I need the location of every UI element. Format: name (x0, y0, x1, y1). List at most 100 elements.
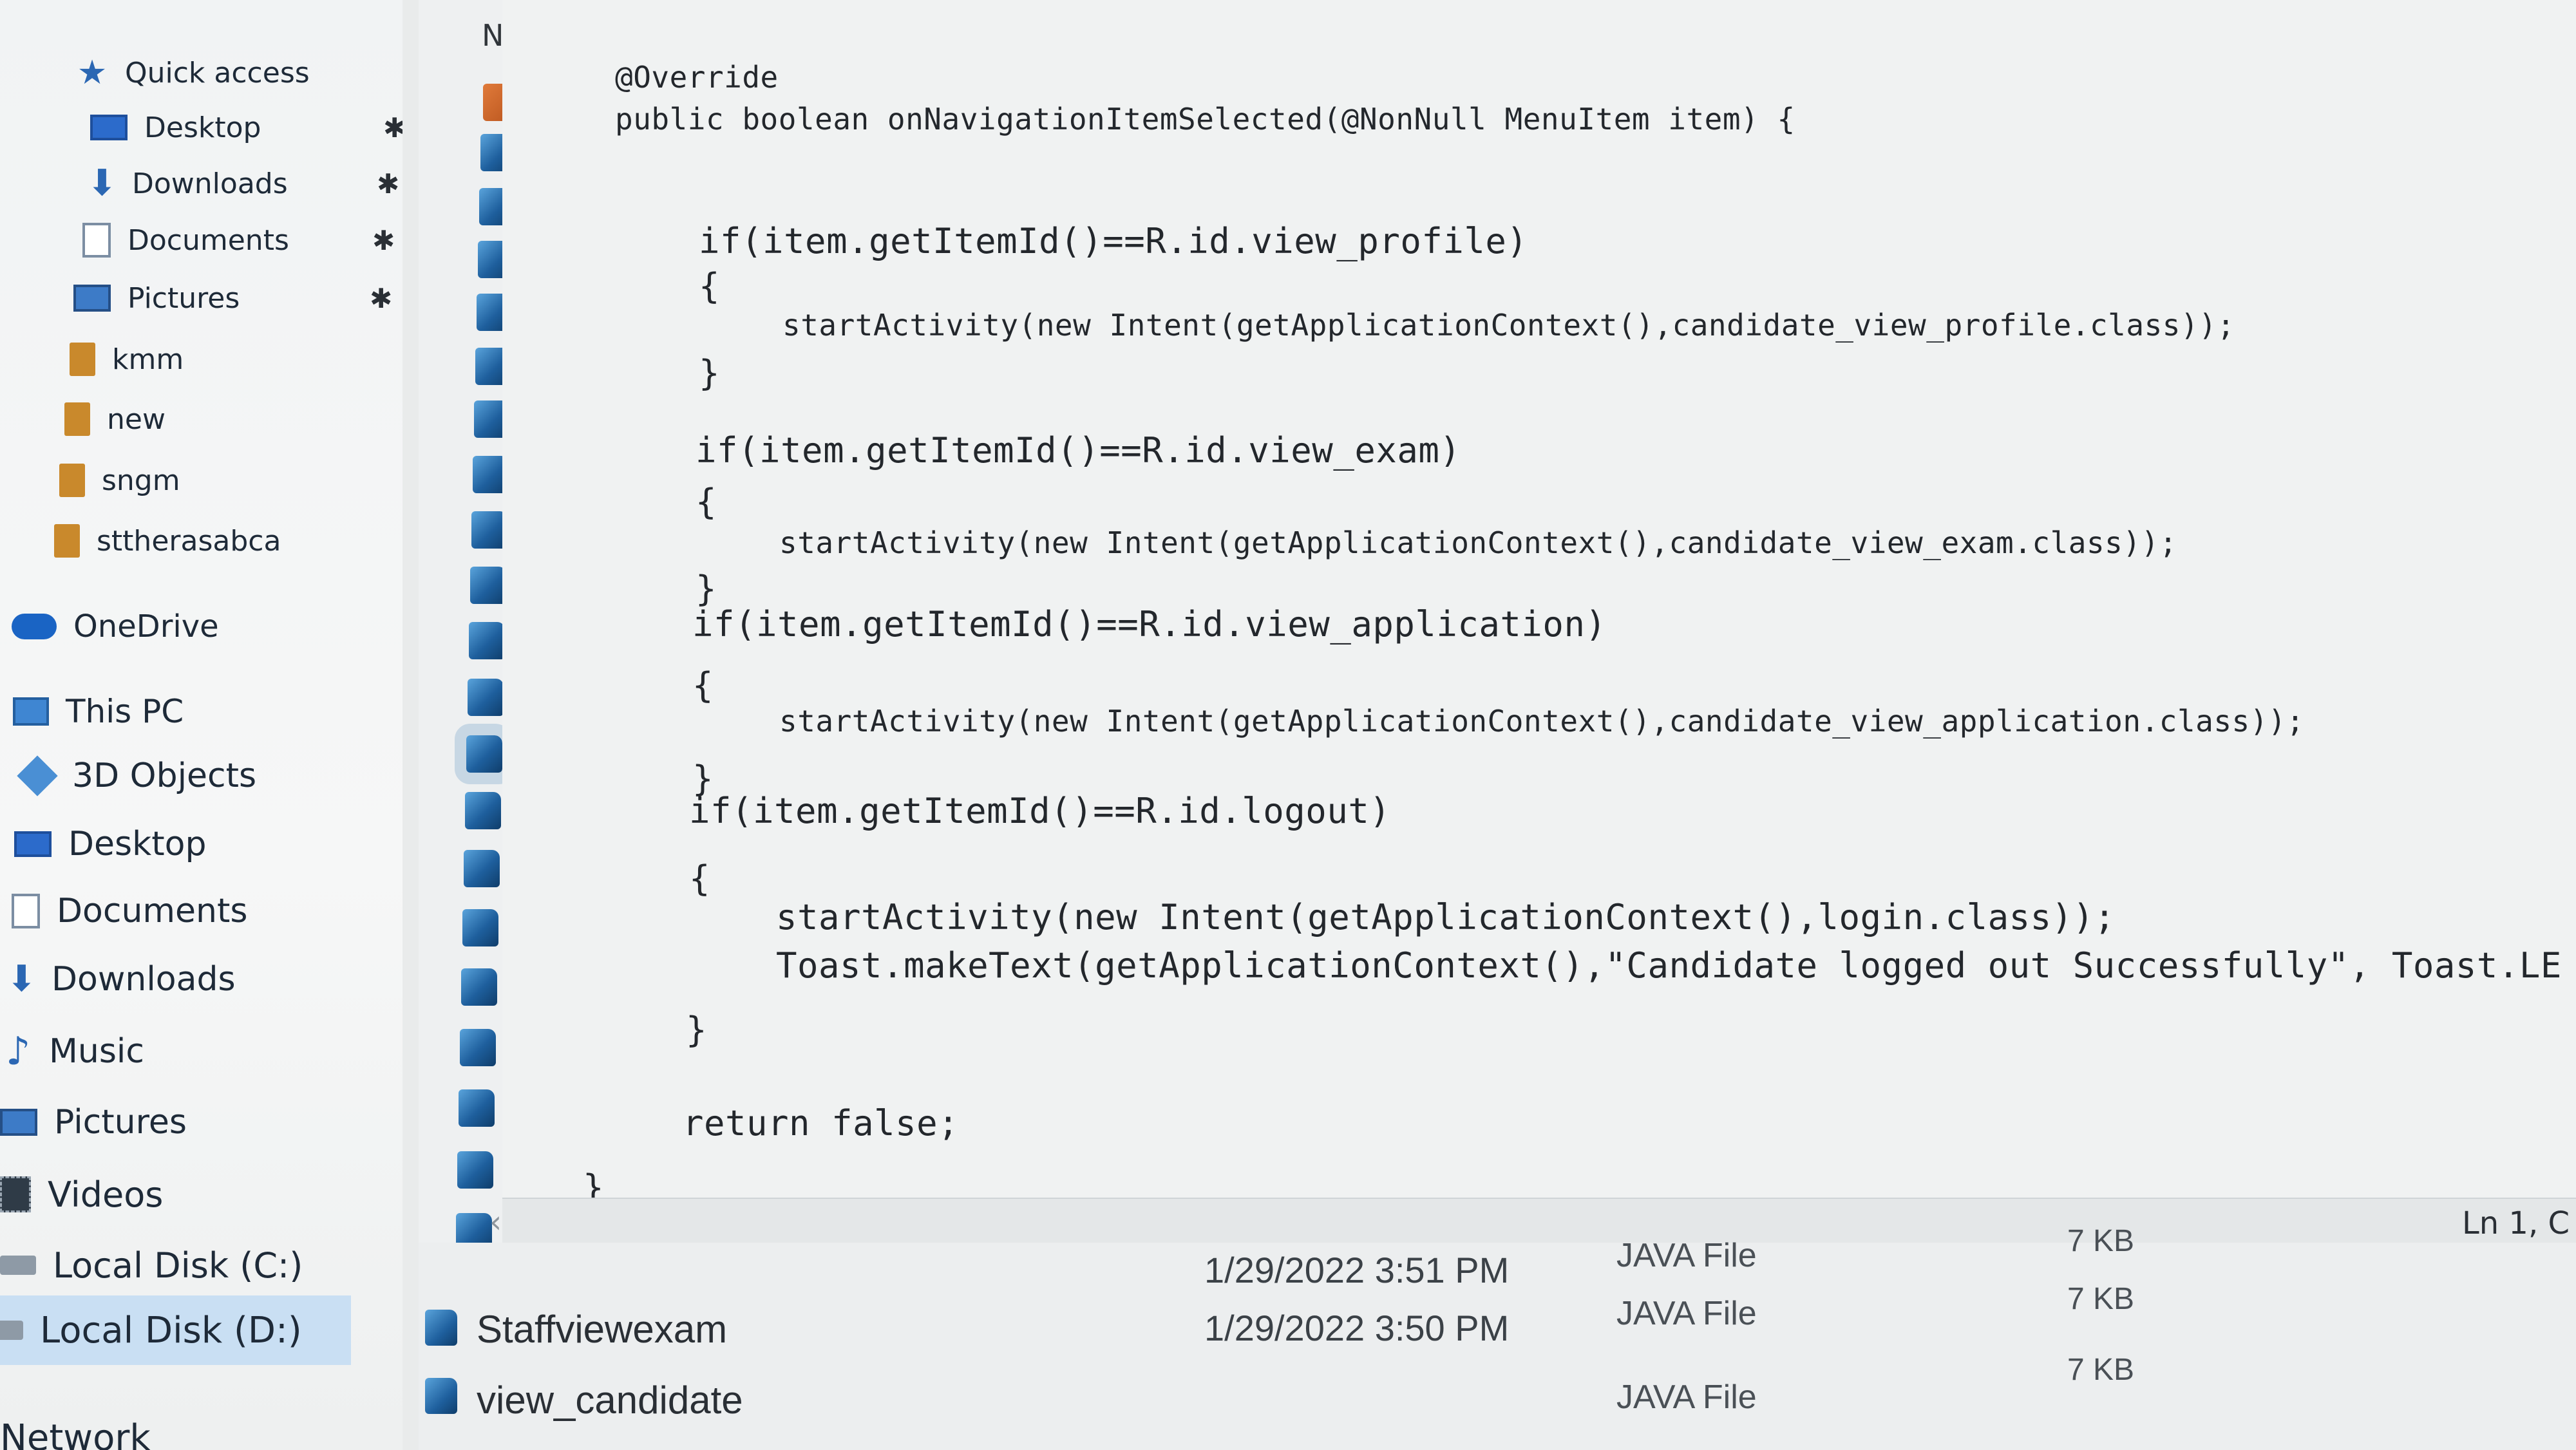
file-type: JAVA File (1616, 1379, 1757, 1416)
file-date: 1/29/2022 3:50 PM (1204, 1308, 1510, 1348)
file-row[interactable]: Staffviewexam 1/29/2022 3:50 PM JAVA Fil… (419, 1282, 2576, 1359)
code-line: return false; (683, 1103, 960, 1144)
code-line: public boolean onNavigationItemSelected(… (615, 102, 1795, 137)
java-file-icon[interactable] (457, 1151, 493, 1189)
file-list: 1/29/2022 3:51 PM JAVA File 7 KB Staffvi… (419, 1224, 2576, 1450)
nav-label: 3D Objects (72, 757, 257, 795)
code-line: if(item.getItemId()==R.id.view_profile) (699, 221, 1528, 261)
desktop-icon (14, 831, 52, 857)
nav-local-disk-d[interactable]: Local Disk (D:) (0, 1295, 351, 1365)
nav-label: Desktop (68, 825, 207, 863)
file-type: JAVA File (1616, 1295, 1757, 1332)
music-icon: ♪ (5, 1029, 31, 1074)
nav-label: Downloads (52, 960, 236, 999)
navigation-pane: ★ Quick access Desktop ✱ ⬇ Downloads ✱ D… (0, 0, 402, 1450)
folder-icon (54, 524, 80, 558)
pictures-icon (0, 1109, 37, 1136)
java-file-icon[interactable] (464, 850, 500, 887)
java-file-icon[interactable] (462, 909, 498, 946)
folder-icon (64, 402, 90, 436)
code-line: if(item.getItemId()==R.id.logout) (689, 791, 1391, 831)
nav-3d-objects[interactable]: 3D Objects (17, 748, 257, 804)
nav-pictures[interactable]: Pictures (0, 1095, 187, 1150)
code-preview[interactable]: @Override public boolean onNavigationIte… (502, 0, 2576, 1210)
code-line: Toast.makeText(getApplicationContext(),"… (776, 945, 2562, 986)
pin-icon: ✱ (372, 224, 395, 256)
java-file-icon[interactable] (469, 622, 505, 659)
java-file-icon[interactable] (460, 1029, 496, 1066)
documents-icon (12, 894, 40, 928)
nav-label: Documents (128, 223, 289, 257)
nav-label: sttherasabca (97, 524, 281, 558)
drive-icon (0, 1321, 23, 1340)
file-row[interactable]: view_candidate JAVA File 7 KB (419, 1353, 2576, 1423)
nav-network[interactable]: Network (0, 1410, 151, 1450)
nav-label: This PC (66, 693, 184, 730)
nav-folder-new[interactable]: new (64, 391, 166, 447)
file-size: 7 KB (2067, 1224, 2135, 1258)
nav-label: Videos (48, 1174, 164, 1215)
computer-icon (13, 697, 49, 726)
cloud-icon (12, 614, 57, 639)
file-size: 7 KB (2067, 1282, 2135, 1316)
file-row[interactable]: 1/29/2022 3:51 PM JAVA File 7 KB (419, 1224, 2576, 1294)
code-line: { (692, 665, 714, 706)
java-file-icon[interactable] (468, 679, 504, 716)
code-line: if(item.getItemId()==R.id.view_applicati… (692, 604, 1607, 645)
nav-label: Local Disk (D:) (40, 1309, 302, 1351)
code-line: { (699, 266, 721, 306)
code-line: @Override (615, 60, 779, 95)
nav-label: kmm (112, 343, 184, 376)
folder-icon (70, 343, 95, 376)
nav-downloads-pinned[interactable]: ⬇ Downloads ✱ (87, 156, 402, 211)
java-file-icon (425, 1310, 457, 1346)
nav-label: Downloads (132, 167, 288, 200)
nav-desktop-pinned[interactable]: Desktop ✱ (90, 100, 402, 155)
pin-icon: ✱ (370, 282, 393, 314)
nav-quick-access[interactable]: ★ Quick access (76, 45, 310, 100)
java-file-icon[interactable] (455, 724, 514, 784)
star-icon: ★ (77, 53, 108, 92)
folder-icon (59, 464, 85, 497)
nav-folder-sngm[interactable]: sngm (59, 453, 180, 508)
file-date: 1/29/2022 3:51 PM (1204, 1250, 1510, 1290)
code-line: startActivity(new Intent(getApplicationC… (782, 308, 2235, 343)
java-file-icon[interactable] (470, 567, 506, 604)
pin-icon: ✱ (383, 111, 402, 144)
nav-pictures-pinned[interactable]: Pictures ✱ (73, 270, 402, 326)
file-name: view_candidate (477, 1379, 743, 1422)
file-size: 7 KB (2067, 1353, 2135, 1387)
nav-label: Desktop (144, 111, 261, 144)
nav-music[interactable]: ♪ Music (4, 1024, 144, 1079)
nav-folder-kmm[interactable]: kmm (70, 332, 184, 387)
code-line: { (696, 482, 717, 522)
nav-desktop[interactable]: Desktop (14, 816, 206, 872)
java-file-icon[interactable] (459, 1089, 495, 1127)
nav-this-pc[interactable]: This PC (13, 684, 184, 739)
nav-label: new (107, 402, 166, 436)
documents-icon (82, 223, 111, 258)
nav-local-disk-c[interactable]: Local Disk (C:) (0, 1238, 303, 1293)
nav-folder-sttherasabca[interactable]: sttherasabca (54, 513, 281, 569)
nav-downloads[interactable]: ⬇ Downloads (6, 952, 236, 1007)
code-line: } (699, 353, 721, 393)
nav-onedrive[interactable]: OneDrive (12, 599, 219, 654)
nav-videos[interactable]: Videos (0, 1167, 163, 1222)
nav-documents[interactable]: Documents (12, 883, 248, 939)
code-line: if(item.getItemId()==R.id.view_exam) (696, 430, 1461, 471)
desktop-icon (90, 115, 128, 140)
nav-label: Documents (57, 892, 248, 930)
nav-label: Quick access (125, 56, 310, 89)
file-type: JAVA File (1616, 1237, 1757, 1274)
java-file-icon[interactable] (461, 968, 497, 1006)
pictures-icon (73, 285, 111, 312)
nav-documents-pinned[interactable]: Documents ✱ (82, 212, 402, 268)
nav-label: Network (0, 1417, 151, 1450)
code-line: { (689, 858, 711, 899)
nav-label: Pictures (54, 1103, 187, 1142)
java-file-icon[interactable] (465, 792, 501, 829)
video-icon (0, 1176, 31, 1212)
file-name: Staffviewexam (477, 1308, 728, 1351)
code-line: } (686, 1010, 708, 1050)
drive-icon (0, 1256, 36, 1275)
